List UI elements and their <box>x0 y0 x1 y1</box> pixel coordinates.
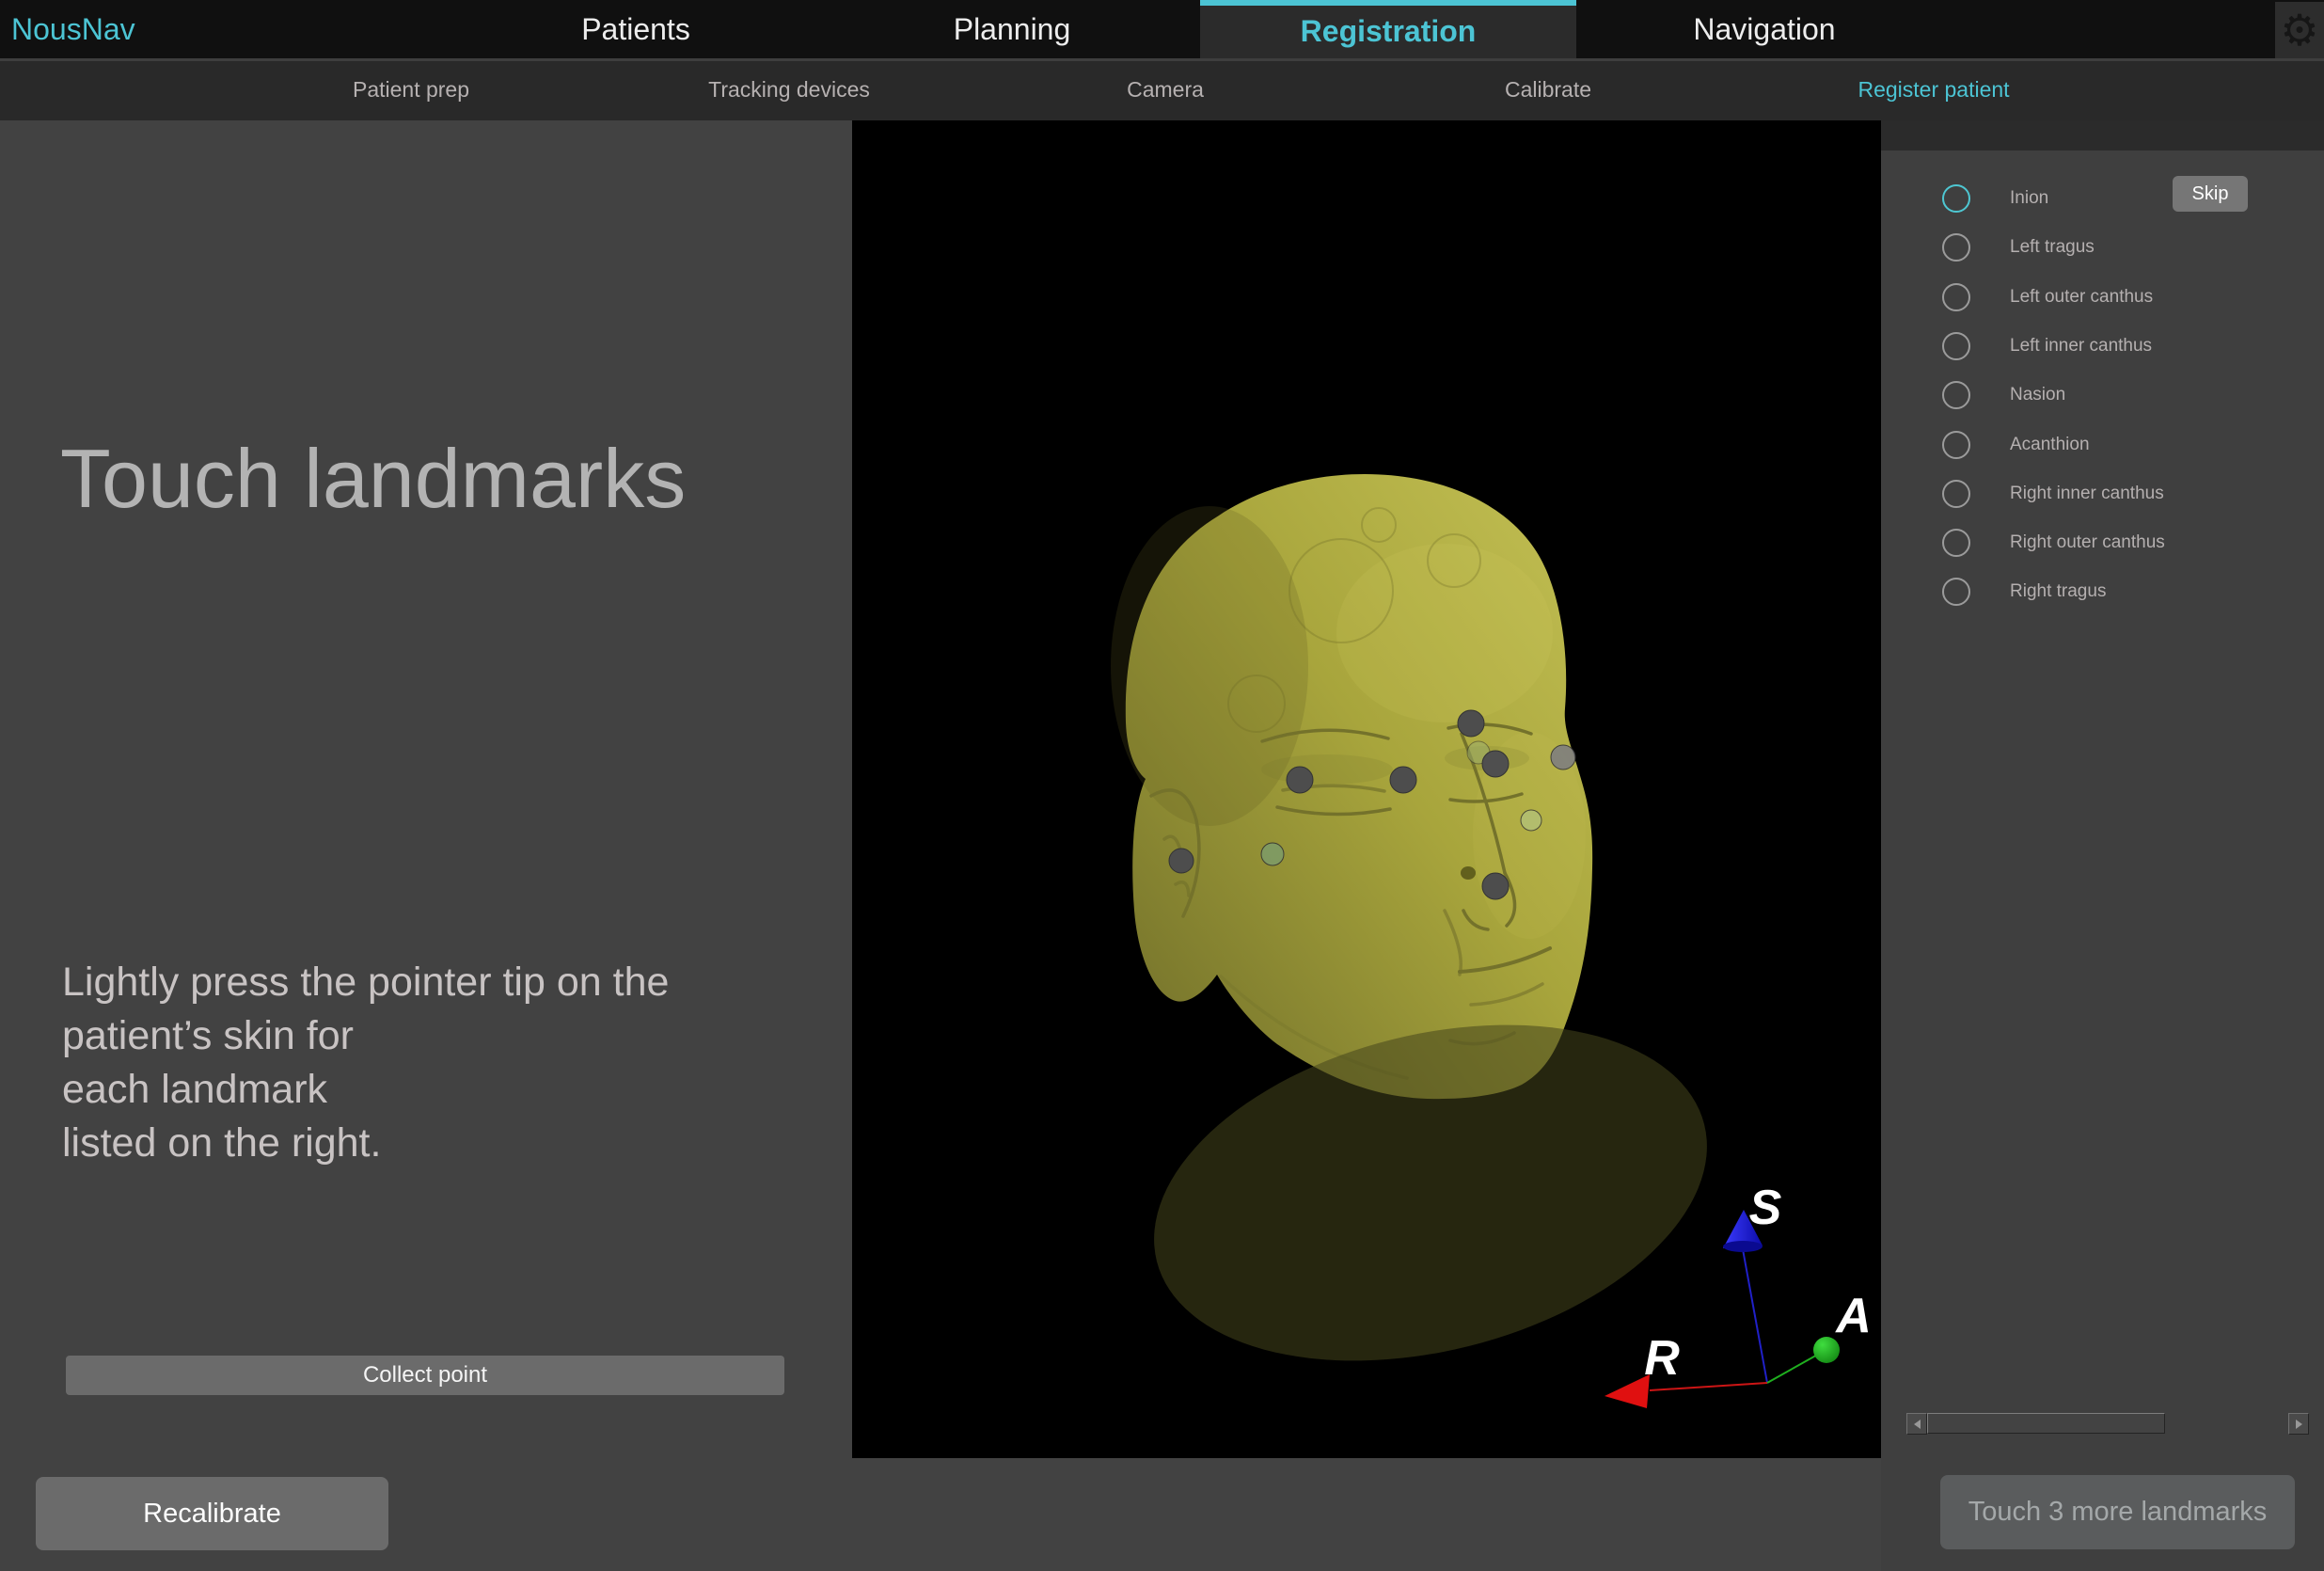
landmark-row: Acanthion <box>1881 421 2324 469</box>
instruction-text: Lightly press the pointer tip on the pat… <box>62 956 669 1170</box>
instruction-line: each landmark <box>62 1063 669 1117</box>
landmark-label: Left tragus <box>2010 223 2095 272</box>
collect-point-button[interactable]: Collect point <box>66 1356 784 1395</box>
landmark-dot <box>1551 745 1575 770</box>
landmark-radio[interactable] <box>1942 480 1970 508</box>
recalibrate-button[interactable]: Recalibrate <box>36 1477 388 1550</box>
landmark-dot <box>1458 710 1484 737</box>
landmark-label: Left outer canthus <box>2010 273 2153 322</box>
landmark-label: Right outer canthus <box>2010 518 2165 567</box>
gear-icon: ⚙ <box>2280 8 2318 52</box>
landmark-radio[interactable] <box>1942 431 1970 459</box>
landmark-label: Acanthion <box>2010 421 2090 469</box>
landmark-dot <box>1287 767 1313 793</box>
scroll-left-button[interactable] <box>1906 1413 1927 1435</box>
landmark-dot <box>1482 873 1509 899</box>
horizontal-scrollbar[interactable] <box>1881 1413 2324 1436</box>
scroll-right-icon <box>2296 1420 2302 1429</box>
landmark-dot <box>1261 843 1284 865</box>
landmark-label: Inion <box>2010 174 2048 223</box>
landmark-row: Nasion <box>1881 371 2324 420</box>
step-calibrate[interactable]: Calibrate <box>1505 61 1591 120</box>
landmark-label: Right tragus <box>2010 567 2106 616</box>
landmark-radio[interactable] <box>1942 578 1970 606</box>
landmark-radio[interactable] <box>1942 233 1970 262</box>
scrollbar-thumb[interactable] <box>1927 1413 2165 1434</box>
axis-r-arrow <box>1605 1374 1650 1408</box>
tab-navigation[interactable]: Navigation <box>1576 0 1952 58</box>
landmark-row: Right inner canthus <box>1881 469 2324 518</box>
landmark-row: Inion <box>1881 174 2324 223</box>
landmark-radio[interactable] <box>1942 184 1970 213</box>
step-tracking-devices[interactable]: Tracking devices <box>708 61 870 120</box>
landmark-radio[interactable] <box>1942 529 1970 557</box>
tab-planning[interactable]: Planning <box>824 0 1200 58</box>
scroll-left-icon <box>1914 1420 1921 1429</box>
landmark-label: Right inner canthus <box>2010 469 2164 518</box>
landmark-dot <box>1482 751 1509 777</box>
head-model <box>1111 474 1743 1415</box>
axis-s-label: S <box>1749 1181 1782 1235</box>
instruction-panel: Touch landmarks Lightly press the pointe… <box>0 120 852 1571</box>
registration-step-bar: Patient prep Tracking devices Camera Cal… <box>0 61 2324 120</box>
landmark-row: Left outer canthus <box>1881 273 2324 322</box>
instruction-line: listed on the right. <box>62 1117 669 1170</box>
app-logo: NousNav <box>11 0 135 58</box>
instruction-line: patient’s skin for <box>62 1009 669 1063</box>
landmark-radio[interactable] <box>1942 381 1970 409</box>
app-window: NousNav Patients Planning Registration N… <box>0 0 2324 1571</box>
scroll-right-button[interactable] <box>2288 1413 2309 1435</box>
landmark-row: Right outer canthus <box>1881 518 2324 567</box>
tab-patients[interactable]: Patients <box>448 0 824 58</box>
step-register-patient[interactable]: Register patient <box>1858 61 2009 120</box>
panel-header-strip <box>1881 120 2324 151</box>
landmark-dot <box>1521 810 1541 831</box>
instruction-line: Lightly press the pointer tip on the <box>62 956 669 1009</box>
landmark-label: Left inner canthus <box>2010 322 2152 371</box>
touch-more-landmarks-button[interactable]: Touch 3 more landmarks <box>1940 1475 2295 1549</box>
landmark-panel: Skip InionLeft tragusLeft outer canthusL… <box>1881 120 2324 1571</box>
landmark-row: Right tragus <box>1881 567 2324 616</box>
axis-r-label: R <box>1644 1331 1680 1386</box>
landmark-radio[interactable] <box>1942 283 1970 311</box>
axis-a-label: A <box>1834 1289 1872 1343</box>
head-render: S R A <box>852 120 1881 1458</box>
step-patient-prep[interactable]: Patient prep <box>353 61 469 120</box>
landmark-dot <box>1390 767 1416 793</box>
landmark-dot <box>1169 849 1194 873</box>
landmark-row: Left inner canthus <box>1881 322 2324 371</box>
landmark-row: Left tragus <box>1881 223 2324 272</box>
top-nav-bar: NousNav Patients Planning Registration N… <box>0 0 2324 58</box>
bottom-bar <box>852 1458 1881 1571</box>
page-title: Touch landmarks <box>60 431 686 527</box>
step-camera[interactable]: Camera <box>1127 61 1204 120</box>
landmark-radio[interactable] <box>1942 332 1970 360</box>
settings-button[interactable]: ⚙ <box>2275 2 2324 58</box>
landmark-label: Nasion <box>2010 371 2065 420</box>
3d-viewport[interactable]: S R A <box>852 120 1881 1458</box>
